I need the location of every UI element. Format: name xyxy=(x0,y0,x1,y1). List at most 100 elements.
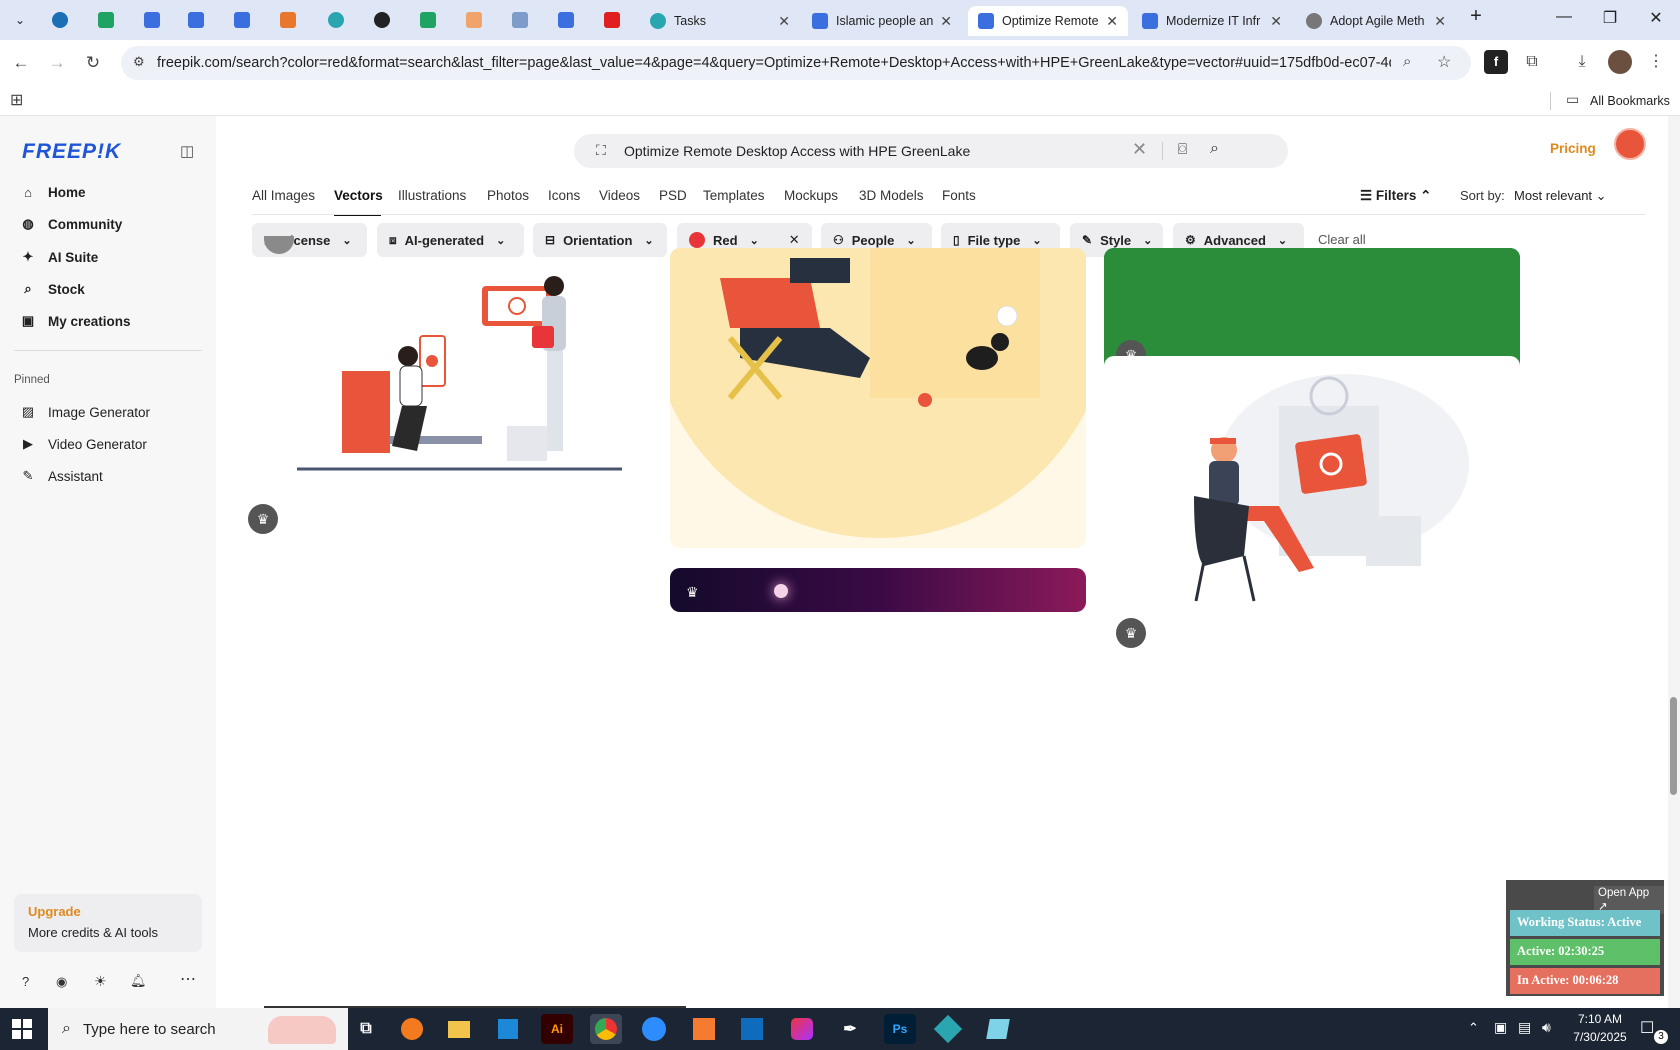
pinned-tab[interactable] xyxy=(224,6,260,34)
url-text[interactable]: freepik.com/search?color=red&format=sear… xyxy=(157,55,1391,71)
freepik-logo[interactable]: FREEP!K xyxy=(22,140,121,164)
pinned-tab[interactable] xyxy=(270,6,306,34)
sidebar-item-home[interactable]: ⌂ Home xyxy=(20,180,85,204)
close-icon[interactable]: ✕ xyxy=(940,13,952,30)
result-card[interactable] xyxy=(252,266,662,506)
ai-generated-filter[interactable]: ⧈ AI-generated ⌄ xyxy=(377,223,524,257)
tab-adopt-agile[interactable]: Adopt Agile Meth ✕ xyxy=(1296,6,1456,36)
sidebar-item-community[interactable]: ◍ Community xyxy=(20,212,122,236)
close-window-button[interactable]: ✕ xyxy=(1636,8,1676,28)
bookmark-star-icon[interactable]: ☆ xyxy=(1437,52,1451,72)
tab-modernize-it[interactable]: Modernize IT Infr ✕ xyxy=(1132,6,1292,36)
sidebar-item-stock[interactable]: ⌕ Stock xyxy=(20,277,84,301)
clear-all-button[interactable]: Clear all xyxy=(1318,232,1366,247)
pricing-link[interactable]: Pricing xyxy=(1550,141,1596,156)
result-card[interactable] xyxy=(670,248,1086,548)
xampp-icon[interactable] xyxy=(688,1014,720,1044)
download-icon[interactable]: ⤓ xyxy=(1570,50,1594,74)
tab-fonts[interactable]: Fonts xyxy=(942,188,976,203)
discord-icon[interactable]: ◉ xyxy=(56,974,67,990)
restore-button[interactable]: ❐ xyxy=(1590,8,1630,28)
tab-islamic-people[interactable]: Islamic people an ✕ xyxy=(802,6,962,36)
theme-sun-icon[interactable]: ☀ xyxy=(94,973,107,990)
all-bookmarks-button[interactable]: All Bookmarks xyxy=(1590,94,1670,108)
sidebar-item-image-generator[interactable]: ▨ Image Generator xyxy=(20,400,150,424)
tab-all-images[interactable]: All Images xyxy=(252,188,315,203)
notepad-icon[interactable] xyxy=(982,1014,1014,1044)
more-icon[interactable]: ⋯ xyxy=(180,969,196,989)
pinned-tab[interactable] xyxy=(178,6,214,34)
user-avatar[interactable] xyxy=(1614,128,1646,160)
tab-videos[interactable]: Videos xyxy=(599,188,640,203)
search-bar[interactable]: ⛶ Optimize Remote Desktop Access with HP… xyxy=(574,134,1288,168)
photoshop-icon[interactable]: Ps xyxy=(884,1014,916,1044)
firefox-icon[interactable] xyxy=(396,1014,428,1044)
result-card[interactable]: ♛ xyxy=(670,568,1086,612)
page-scrollbar[interactable] xyxy=(1668,116,1680,1008)
tab-icons[interactable]: Icons xyxy=(548,188,580,203)
forward-button[interactable]: → xyxy=(44,50,70,76)
notification-icon[interactable]: ☐ xyxy=(1640,1018,1654,1038)
close-icon[interactable]: ✕ xyxy=(1434,13,1446,30)
remove-color-filter-icon[interactable]: ✕ xyxy=(789,232,800,248)
tab-vectors[interactable]: Vectors xyxy=(334,188,383,203)
minimize-button[interactable]: — xyxy=(1544,8,1584,26)
creative-cloud-icon[interactable] xyxy=(786,1014,818,1044)
upgrade-card[interactable]: Upgrade More credits & AI tools xyxy=(14,894,202,952)
sidebar-item-video-generator[interactable]: ▶ Video Generator xyxy=(20,432,147,456)
sidebar-item-ai-suite[interactable]: ✦ AI Suite xyxy=(20,245,99,269)
apps-grid-icon[interactable]: ⊞ xyxy=(10,90,23,110)
tab-search-button[interactable]: ⌄ xyxy=(2,6,38,34)
search-icon[interactable]: ⌕ xyxy=(1210,140,1219,158)
pinned-tab[interactable] xyxy=(548,6,584,34)
extension-icon[interactable]: f xyxy=(1484,50,1508,74)
sort-dropdown[interactable]: Most relevant ⌄ xyxy=(1514,188,1607,204)
back-button[interactable]: ← xyxy=(8,50,34,76)
outlook-icon[interactable] xyxy=(736,1014,768,1044)
reload-button[interactable]: ↻ xyxy=(80,50,106,76)
scrollbar-thumb[interactable] xyxy=(1670,697,1677,795)
illustrator-icon[interactable]: Ai xyxy=(541,1014,573,1044)
tab-mockups[interactable]: Mockups xyxy=(784,188,838,203)
clock-date[interactable]: 7/30/2025 xyxy=(1570,1030,1630,1044)
address-bar[interactable]: ⚙ freepik.com/search?color=red&format=se… xyxy=(121,46,1471,80)
result-card[interactable] xyxy=(1104,356,1520,606)
bell-icon[interactable]: 🔔︎ xyxy=(130,973,147,989)
zoom-icon[interactable]: ⌕ xyxy=(1403,53,1411,70)
network-icon[interactable]: ▤ xyxy=(1518,1019,1531,1036)
taskbar-search[interactable]: ⌕ Type here to search xyxy=(48,1008,348,1050)
windows-start-icon[interactable] xyxy=(12,1019,32,1039)
file-explorer-icon[interactable] xyxy=(443,1014,475,1044)
zoom-icon[interactable] xyxy=(638,1014,670,1044)
pinned-tab[interactable] xyxy=(42,6,78,34)
close-icon[interactable]: ✕ xyxy=(778,13,790,30)
help-icon[interactable]: ? xyxy=(22,974,29,989)
camera-icon[interactable]: ⌼ xyxy=(1178,141,1187,158)
tab-tasks[interactable]: Tasks ✕ xyxy=(640,6,800,36)
tab-templates[interactable]: Templates xyxy=(703,188,765,203)
filters-button[interactable]: ☰ Filters ⌃ xyxy=(1360,188,1431,204)
tab-optimize-remote[interactable]: Optimize Remote ✕ xyxy=(968,6,1128,36)
tab-illustrations[interactable]: Illustrations xyxy=(398,188,466,203)
pinned-tab[interactable] xyxy=(318,6,354,34)
pinned-tab[interactable] xyxy=(364,6,400,34)
show-hidden-icons[interactable]: ⌃ xyxy=(1468,1020,1479,1036)
tab-psd[interactable]: PSD xyxy=(659,188,687,203)
app-diamond-icon[interactable] xyxy=(932,1014,964,1044)
collapse-sidebar-icon[interactable]: ◫ xyxy=(180,142,194,160)
vscode-icon[interactable] xyxy=(492,1014,524,1044)
sidebar-item-assistant[interactable]: ✎ Assistant xyxy=(20,464,103,488)
new-tab-button[interactable]: + xyxy=(1456,5,1496,28)
tab-photos[interactable]: Photos xyxy=(487,188,529,203)
pinned-tab[interactable] xyxy=(134,6,170,34)
profile-avatar[interactable] xyxy=(1608,50,1632,74)
pinned-tab[interactable] xyxy=(88,6,124,34)
clock-time[interactable]: 7:10 AM xyxy=(1570,1012,1630,1026)
pinned-tab[interactable] xyxy=(594,6,630,34)
chrome-icon[interactable] xyxy=(590,1014,622,1044)
sidebar-item-my-creations[interactable]: ▣ My creations xyxy=(20,309,131,333)
close-icon[interactable]: ✕ xyxy=(1270,13,1282,30)
close-icon[interactable]: ✕ xyxy=(1106,13,1118,30)
pinned-tab[interactable] xyxy=(410,6,446,34)
orientation-filter[interactable]: ⊟ Orientation ⌄ xyxy=(533,223,667,257)
